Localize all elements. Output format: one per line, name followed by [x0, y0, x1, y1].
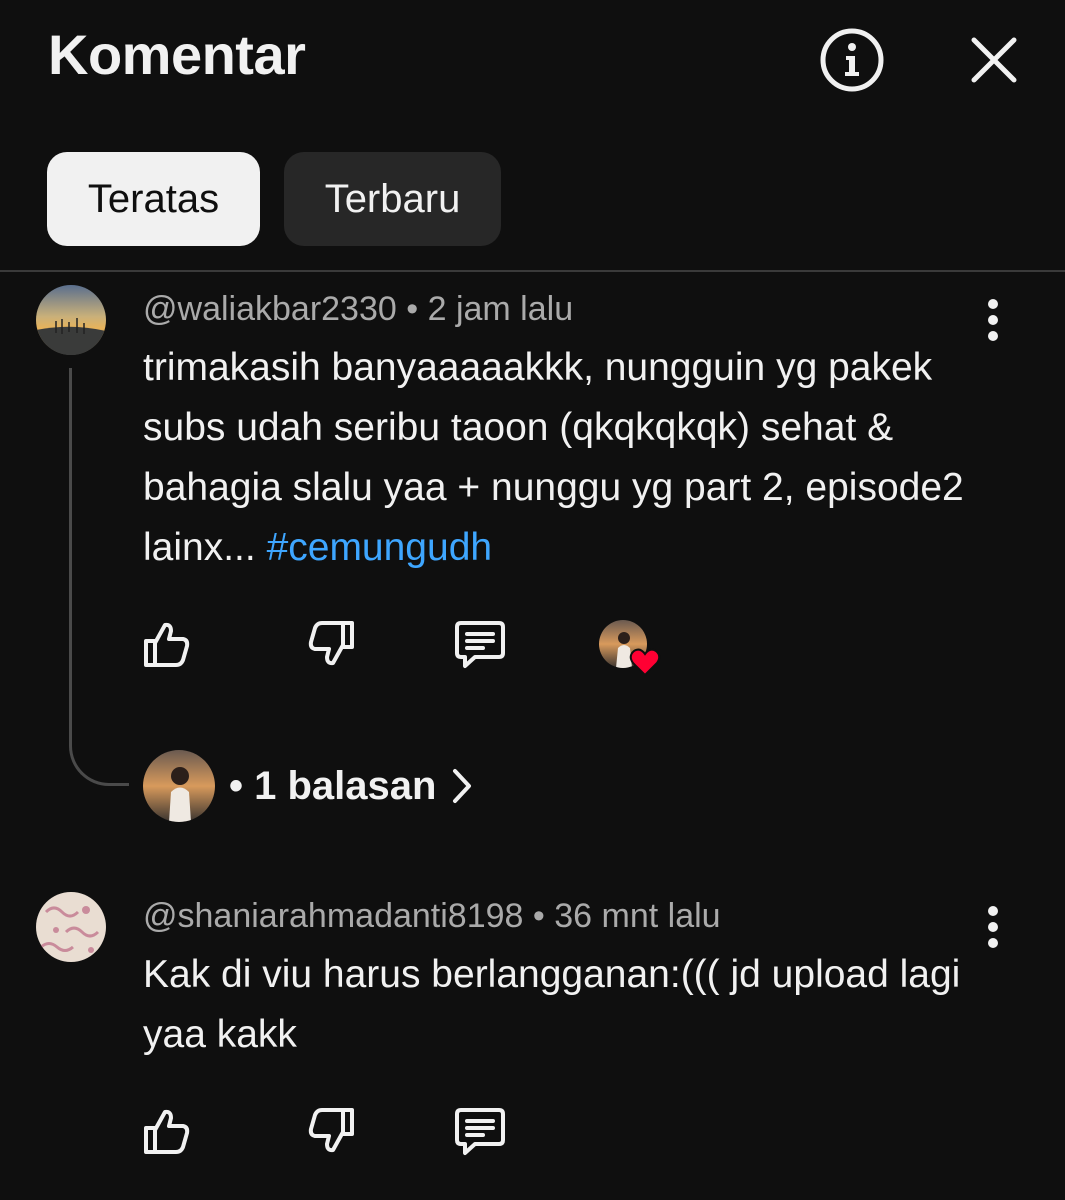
comment-text: Kak di viu harus berlangganan:((( jd upl…: [143, 953, 961, 1056]
meta-separator: •: [406, 290, 419, 328]
comment-time: 2 jam lalu: [427, 290, 574, 328]
page-title: Komentar: [48, 23, 306, 86]
comment-author[interactable]: @waliakbar2330: [143, 290, 397, 328]
comment-meta: @waliakbar2330 • 2 jam lalu: [143, 290, 573, 329]
like-icon: [144, 1109, 190, 1154]
close-button[interactable]: [960, 26, 1028, 94]
reply-avatar: [143, 750, 215, 822]
avatar[interactable]: [36, 285, 106, 355]
like-icon: [144, 622, 190, 667]
chevron-right-icon: [450, 766, 474, 806]
dislike-button[interactable]: [302, 1101, 362, 1161]
more-vert-icon: [988, 299, 998, 341]
dislike-icon: [308, 621, 354, 666]
header-divider: [0, 270, 1065, 272]
meta-separator: •: [532, 897, 545, 935]
comment-time: 36 mnt lalu: [554, 897, 721, 935]
reply-thread-line: [69, 368, 129, 786]
comments-header: Komentar: [0, 0, 1065, 120]
info-button[interactable]: [816, 24, 888, 96]
tab-terbaru[interactable]: Terbaru: [284, 152, 501, 246]
dislike-button[interactable]: [302, 614, 362, 674]
comment-author[interactable]: @shaniarahmadanti8198: [143, 897, 523, 935]
replies-count: • 1 balasan: [229, 763, 437, 808]
tab-teratas[interactable]: Teratas: [47, 152, 260, 246]
more-vert-icon: [988, 906, 998, 948]
view-replies-button[interactable]: • 1 balasan: [143, 750, 474, 822]
comment-body: trimakasih banyaaaaakkk, nungguin yg pak…: [143, 338, 983, 578]
heart-icon: [629, 648, 661, 677]
comment-body: Kak di viu harus berlangganan:((( jd upl…: [143, 945, 983, 1065]
creator-heart: [599, 620, 663, 677]
reply-icon: [455, 1108, 505, 1155]
sort-tabs: Teratas Terbaru: [47, 152, 501, 246]
close-icon: [971, 37, 1017, 83]
info-icon: [820, 28, 884, 92]
like-button[interactable]: [136, 1101, 196, 1161]
like-button[interactable]: [136, 614, 196, 674]
reply-button[interactable]: [450, 1101, 510, 1161]
avatar[interactable]: [36, 892, 106, 962]
dislike-icon: [308, 1108, 354, 1153]
hashtag-link[interactable]: #cemungudh: [267, 526, 493, 569]
reply-icon: [455, 621, 505, 668]
reply-button[interactable]: [450, 614, 510, 674]
comment-meta: @shaniarahmadanti8198 • 36 mnt lalu: [143, 897, 721, 936]
